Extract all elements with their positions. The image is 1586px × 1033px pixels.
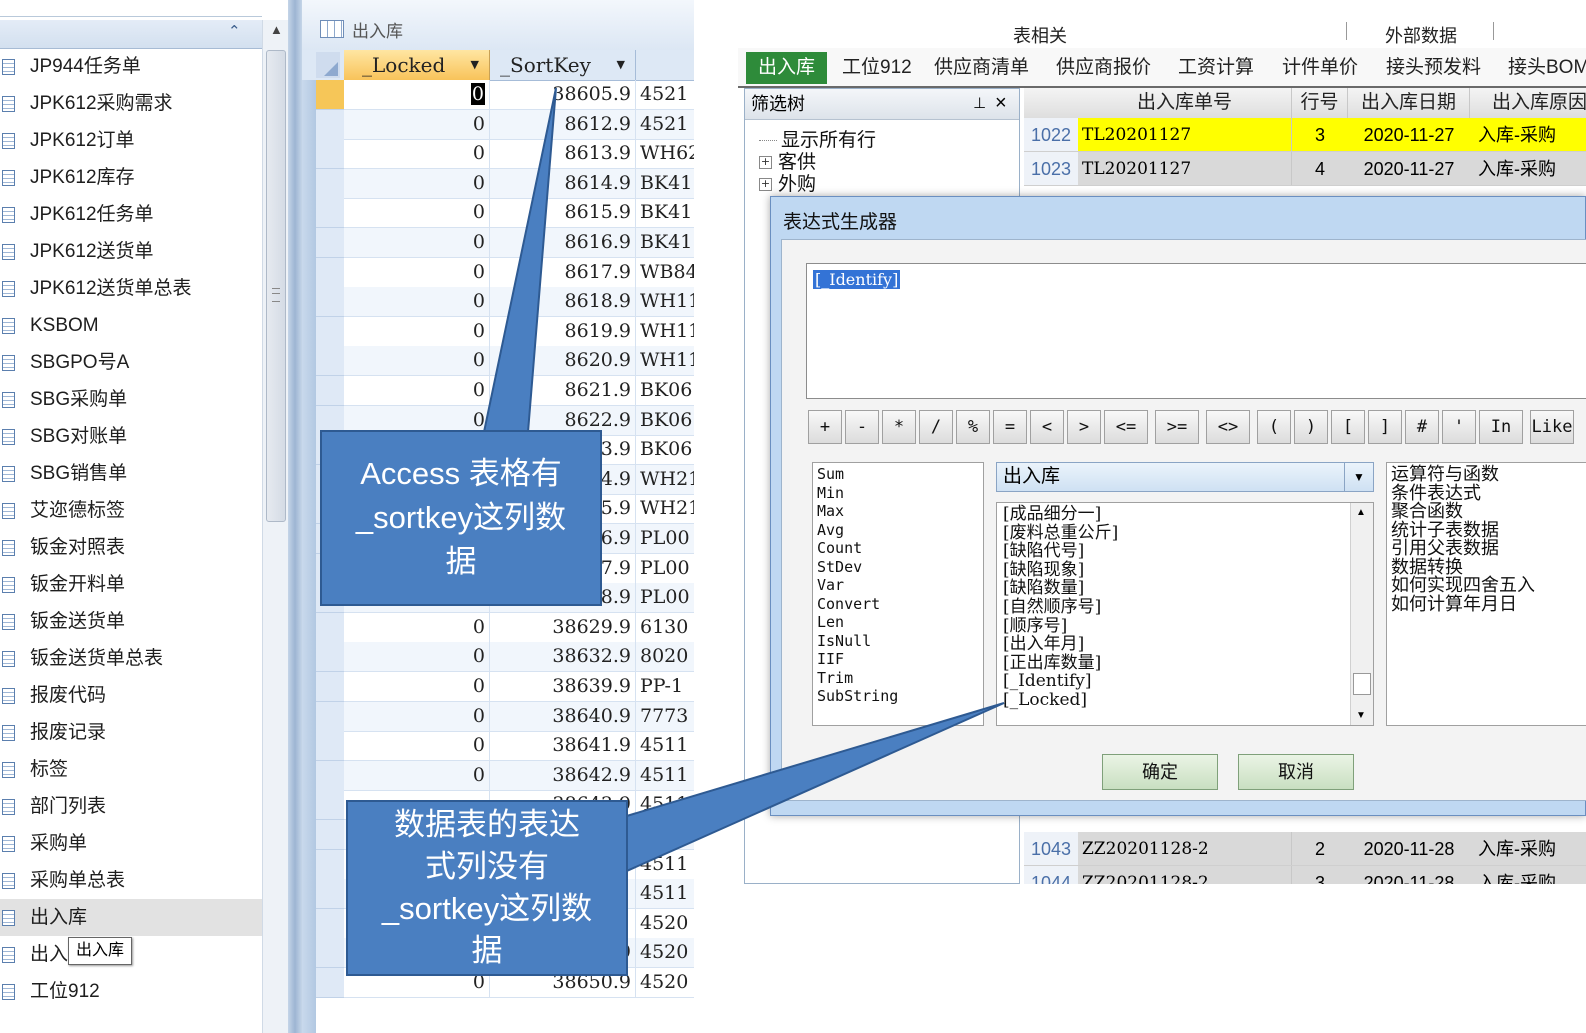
top-callout-pointer xyxy=(482,87,557,433)
top-callout: Access 表格有 _sortkey这列数 据 xyxy=(320,430,602,606)
callout-line: _sortkey这列数 xyxy=(355,500,567,535)
callout-line: _sortkey这列数 xyxy=(381,891,593,926)
bottom-callout-pointer xyxy=(619,702,1005,876)
callout-line: 式列没有 xyxy=(425,849,549,884)
callout-line: 数据表的表达 xyxy=(394,807,580,842)
callout-line: 据 xyxy=(471,933,503,968)
callout-line: 据 xyxy=(445,544,477,579)
callout-line: Access 表格有 xyxy=(360,456,562,491)
callout-pointers xyxy=(482,87,1005,876)
bottom-callout: 数据表的表达 式列没有 _sortkey这列数 据 xyxy=(346,800,628,976)
